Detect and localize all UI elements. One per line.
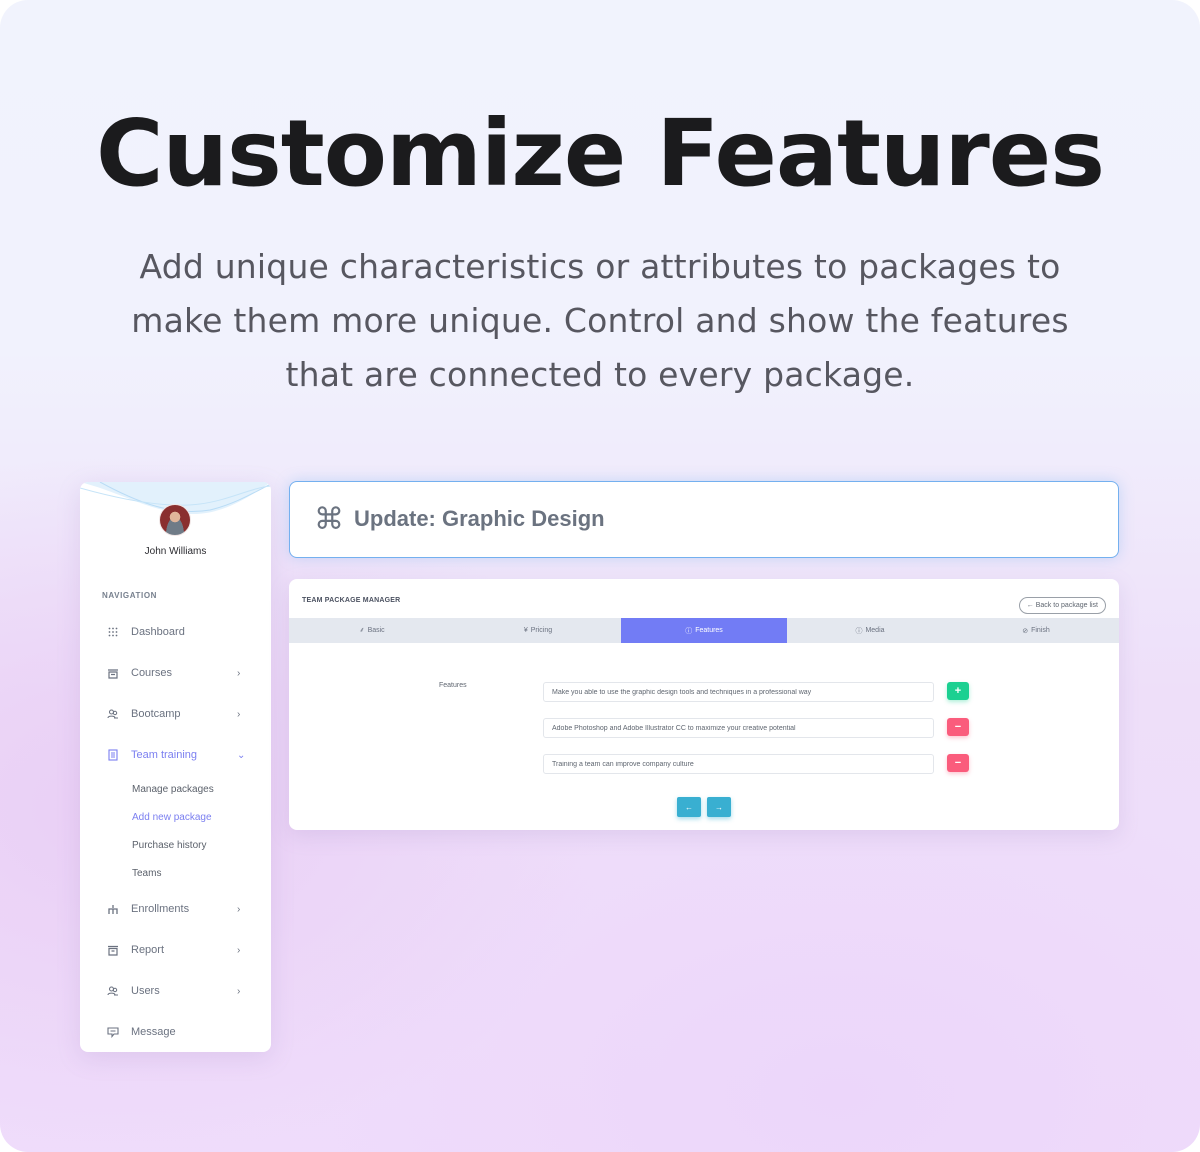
sidebar-item-label: Courses [131,667,172,679]
sidebar-item-bootcamp[interactable]: Bootcamp › [80,704,271,724]
tab-label: Features [695,627,723,634]
tab-pricing[interactable]: ¥ Pricing [455,618,621,643]
sidebar-item-label: Report [131,944,165,956]
sidebar-item-message[interactable]: Message [80,1022,271,1042]
tab-basic[interactable]: ⸙ Basic [289,618,455,643]
sidebar-item-label: Enrollments [131,903,190,915]
sidebar-item-label: Bootcamp [131,708,181,720]
sidebar: John Williams NAVIGATION Dashboard Cours… [80,482,271,1052]
sidebar-item-courses[interactable]: Courses › [80,663,271,683]
sidebar-item-label: Message [131,1026,176,1038]
sidebar-item-enrollments[interactable]: Enrollments › [80,899,271,919]
feature-input[interactable] [543,718,934,738]
page-title-card: ⌘ Update: Graphic Design [289,481,1119,558]
sidebar-subitem-add-new-package[interactable]: Add new package [132,812,212,823]
users-icon [107,985,119,997]
chevron-right-icon: › [237,708,241,720]
chevron-right-icon: › [237,667,241,679]
sidebar-item-label: Dashboard [131,626,185,638]
hero-subtitle: Add unique characteristics or attributes… [131,247,1069,394]
feature-input[interactable] [543,682,934,702]
sidebar-item-label: Team training [131,749,198,761]
features-label: Features [439,682,467,689]
page-title: Update: Graphic Design [354,506,605,531]
sidebar-item-report[interactable]: Report › [80,940,271,960]
add-feature-button[interactable]: + [947,682,969,700]
remove-feature-button[interactable]: − [947,718,969,736]
tab-label: Basic [367,627,385,634]
team-package-manager-panel: TEAM PACKAGE MANAGER ← Back to package l… [289,579,1119,830]
inbox-icon [107,667,119,679]
promo-canvas: Customize Features Add unique characteri… [0,0,1200,1152]
nav-heading: NAVIGATION [102,591,158,600]
previous-step-button[interactable]: ← [677,797,701,817]
info-icon: ⓘ [855,627,863,635]
sidebar-item-label: Users [131,985,160,997]
tab-label: Finish [1031,627,1050,634]
command-icon: ⌘ [314,503,344,536]
panel-title: TEAM PACKAGE MANAGER [302,597,401,604]
currency-icon: ¥ [523,627,528,634]
sidebar-item-users[interactable]: Users › [80,981,271,1001]
grid-icon [107,626,119,638]
sitemap-icon [107,903,119,915]
document-icon [107,749,119,761]
back-to-package-list-button[interactable]: ← Back to package list [1018,597,1106,614]
feature-input[interactable] [543,754,934,774]
tab-label: Pricing [530,627,553,634]
sidebar-subitem-purchase-history[interactable]: Purchase history [132,840,206,851]
chat-icon [107,1026,119,1038]
user-name: John Williams [144,546,207,557]
chevron-right-icon: › [237,903,241,915]
leaf-icon: ⸙ [359,627,365,634]
user-avatar[interactable] [159,504,191,536]
tab-features[interactable]: ⓘ Features [621,618,787,643]
chevron-down-icon: ⌄ [237,749,246,761]
tab-finish[interactable]: ⊘ Finish [953,618,1119,643]
next-step-button[interactable]: → [707,797,731,817]
remove-feature-button[interactable]: − [947,754,969,772]
chevron-right-icon: › [237,944,241,956]
info-icon: ⓘ [685,627,693,635]
sidebar-item-dashboard[interactable]: Dashboard [80,622,271,642]
sidebar-subitem-teams[interactable]: Teams [132,868,161,879]
users-icon [107,708,119,720]
sidebar-item-team-training[interactable]: Team training ⌄ [80,745,271,765]
chevron-right-icon: › [237,985,241,997]
wizard-tabs: ⸙ Basic ¥ Pricing ⓘ Features ⓘ Media ⊘ F… [289,618,1119,643]
archive-icon [107,944,119,956]
hero-title: Customize Features [96,100,1105,207]
tab-label: Media [865,627,885,634]
check-circle-icon: ⊘ [1022,627,1029,635]
tab-media[interactable]: ⓘ Media [787,618,953,643]
sidebar-subitem-manage-packages[interactable]: Manage packages [132,784,214,795]
